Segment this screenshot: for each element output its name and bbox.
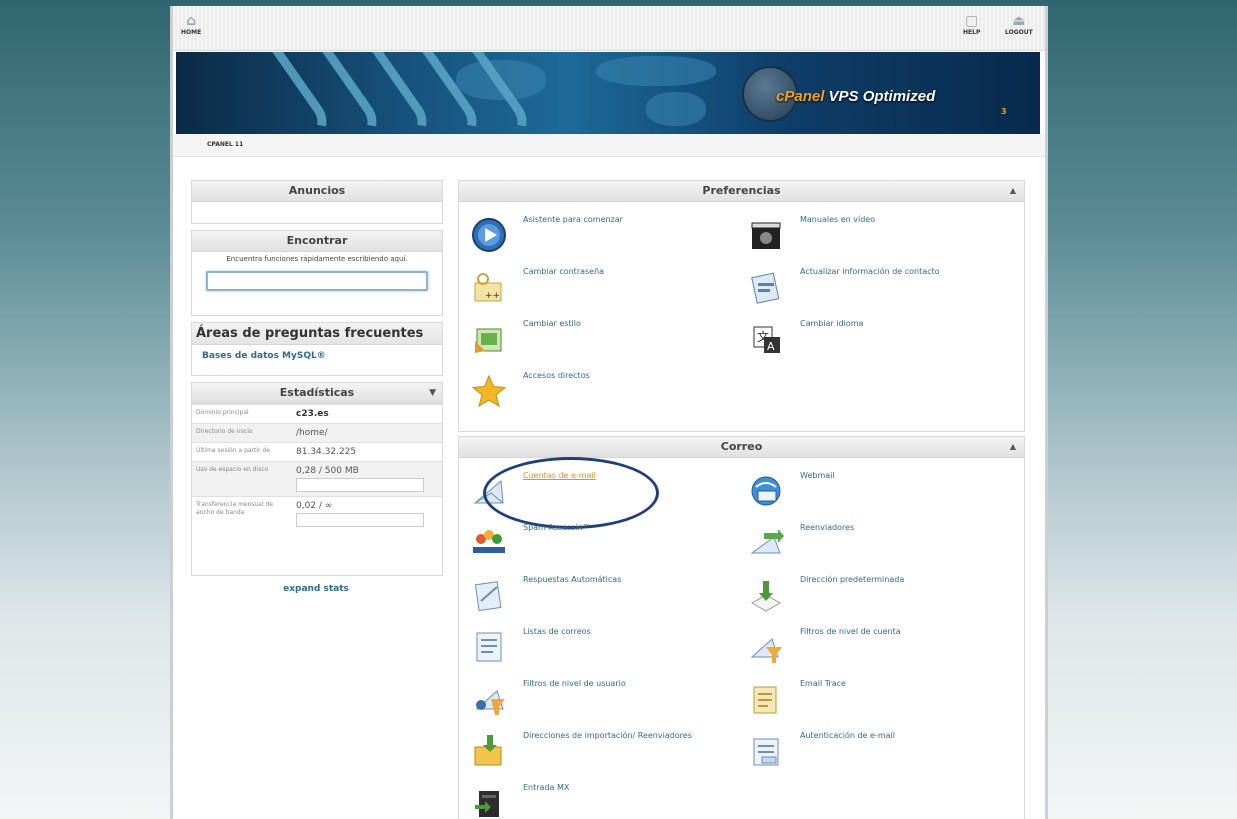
help-nav[interactable]: ▢ HELP <box>963 14 980 36</box>
correo-item-filtros-usuario[interactable]: Filtros de nivel de usuario <box>459 675 729 723</box>
correo-item-email-trace[interactable]: Email Trace <box>736 675 1006 723</box>
pref-item-cambiar-contrasena[interactable]: ++ Cambiar contraseña <box>459 263 729 311</box>
user-filter-icon <box>475 690 505 715</box>
webmail-icon <box>751 476 781 506</box>
breadcrumb-bar: CPANEL 11 <box>173 134 1045 157</box>
pref-item-accesos-directos[interactable]: Accesos directos <box>459 367 729 415</box>
cpanel-logo: cPanel VPS Optimized <box>776 88 936 105</box>
anuncios-title: Anuncios <box>192 181 442 202</box>
correo-item-direccion-predeterminada[interactable]: Dirección predeterminada <box>736 571 1006 619</box>
table-row: Dominio principal c23.es <box>192 404 442 424</box>
logout-icon: ⏏ <box>1012 13 1026 29</box>
encontrar-box: Encontrar Encuentra funciones rápidament… <box>191 230 443 316</box>
correo-item-spamassassin[interactable]: Spam Assassin™ <box>459 519 729 567</box>
video-camera-icon <box>751 222 781 249</box>
pref-item-actualizar-contacto[interactable]: Actualizar información de contacto <box>736 263 1006 311</box>
correo-item-cuentas-email[interactable]: Cuentas de e-mail <box>459 457 729 529</box>
forwarders-icon <box>750 529 784 554</box>
password-icon: ++ <box>474 273 502 302</box>
correo-item-webmail[interactable]: Webmail <box>736 467 1006 515</box>
cpanel-page: ⌂ HOME ▢ HELP ⏏ LOGOUT cPanel VPS Optimi… <box>170 6 1048 819</box>
breadcrumb: CPANEL 11 <box>207 141 244 148</box>
mx-entry-icon <box>475 791 499 817</box>
header-banner: cPanel VPS Optimized 3 <box>176 52 1040 134</box>
spamassassin-icon <box>473 530 505 553</box>
pref-item-cambiar-estilo[interactable]: Cambiar estilo <box>459 315 729 363</box>
collapse-arrow-icon[interactable]: ▲ <box>1010 181 1016 201</box>
correo-item-reenviadores[interactable]: Reenviadores <box>736 519 1006 567</box>
table-row: Directorio de inicio /home/ <box>192 423 442 443</box>
language-icon: 文A <box>753 326 780 353</box>
expand-stats-link[interactable]: expand stats <box>191 584 441 594</box>
faq-title: Áreas de preguntas frecuentes <box>192 323 442 345</box>
default-address-icon <box>750 581 782 612</box>
import-icon <box>474 735 502 766</box>
faq-box: Áreas de preguntas frecuentes Bases de d… <box>191 322 443 376</box>
collapse-arrow-icon[interactable]: ▲ <box>1010 437 1016 457</box>
stats-table: Dominio principal c23.es Directorio de i… <box>192 404 442 531</box>
home-icon: ⌂ <box>186 13 197 29</box>
correo-item-listas-correos[interactable]: Listas de correos <box>459 623 729 671</box>
correo-header[interactable]: Correo ▲ <box>459 437 1024 458</box>
encontrar-title: Encontrar <box>192 231 442 252</box>
stats-box: Estadísticas ▼ Dominio principal c23.es … <box>191 382 443 576</box>
pref-item-manuales-video[interactable]: Manuales en vídeo <box>736 211 1006 259</box>
correo-panel: Correo ▲ Cuentas de e-mail Webmail Spam … <box>458 436 1025 819</box>
correo-item-entrada-mx[interactable]: Entrada MX <box>459 779 729 819</box>
encontrar-description: Encuentra funciones rápidamente escribie… <box>226 255 408 263</box>
contact-icon <box>751 272 780 304</box>
world-map-shape <box>646 92 706 126</box>
stats-header[interactable]: Estadísticas ▼ <box>192 383 442 404</box>
pref-item-cambiar-idioma[interactable]: 文A Cambiar idioma <box>736 315 1006 363</box>
svg-text:++: ++ <box>485 291 500 301</box>
collapse-arrow-icon[interactable]: ▼ <box>429 383 436 403</box>
table-row: Última sesión a partir de 81.34.32.225 <box>192 442 442 462</box>
correo-title: Correo <box>720 440 763 453</box>
style-icon <box>475 328 502 353</box>
preferencias-panel: Preferencias ▲ Asistente para comenzar M… <box>458 180 1025 432</box>
authentication-icon <box>753 738 779 766</box>
home-nav[interactable]: ⌂ HOME <box>181 14 201 36</box>
autoresponder-icon <box>474 581 502 612</box>
svg-text:A: A <box>767 340 775 353</box>
logo-version: 3 <box>1001 107 1007 116</box>
star-icon <box>471 374 507 408</box>
faq-link-mysql[interactable]: Bases de datos MySQL® <box>192 345 442 367</box>
envelope-icon <box>473 479 504 504</box>
logout-nav[interactable]: ⏏ LOGOUT <box>1005 14 1033 36</box>
stats-title: Estadísticas <box>279 386 355 399</box>
preferencias-header[interactable]: Preferencias ▲ <box>459 181 1024 202</box>
top-navigation-bar: ⌂ HOME ▢ HELP ⏏ LOGOUT <box>173 6 1045 51</box>
disk-usage-bar <box>296 478 424 492</box>
table-row: Uso de espacio en disco 0,28 / 500 MB <box>192 461 442 497</box>
world-map-shape <box>596 56 716 86</box>
correo-item-direcciones-importacion[interactable]: Direcciones de importación/ Reenviadores <box>459 727 729 775</box>
pref-item-asistente[interactable]: Asistente para comenzar <box>459 211 729 259</box>
table-row: Transferencia mensual de ancho de banda … <box>192 496 442 531</box>
email-trace-icon <box>753 686 777 714</box>
anuncios-box: Anuncios <box>191 180 443 224</box>
play-icon <box>472 218 506 252</box>
bandwidth-bar <box>296 513 424 527</box>
account-filter-icon <box>750 638 782 663</box>
search-input[interactable] <box>206 271 428 291</box>
help-icon: ▢ <box>965 13 979 29</box>
correo-item-autenticacion[interactable]: Autenticación de e-mail <box>736 727 1006 775</box>
correo-item-respuestas-automaticas[interactable]: Respuestas Automáticas <box>459 571 729 619</box>
mailing-list-icon <box>476 632 502 662</box>
preferencias-title: Preferencias <box>702 184 781 197</box>
correo-item-filtros-cuenta[interactable]: Filtros de nivel de cuenta <box>736 623 1006 671</box>
